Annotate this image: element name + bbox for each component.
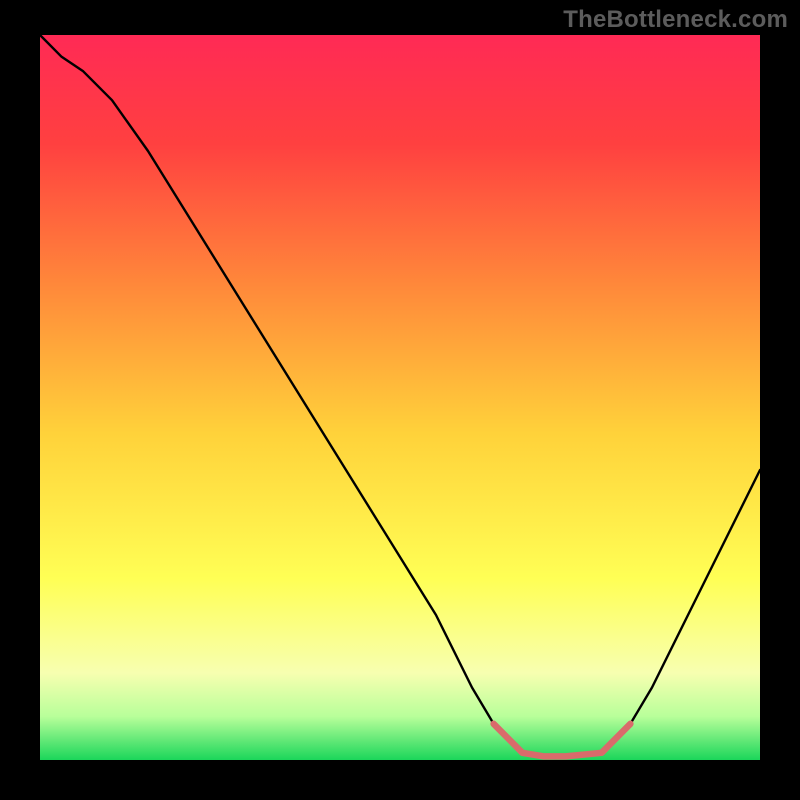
plot-background (40, 35, 760, 760)
bottleneck-chart: TheBottleneck.com (0, 0, 800, 800)
chart-svg (0, 0, 800, 800)
watermark-text: TheBottleneck.com (563, 6, 788, 34)
